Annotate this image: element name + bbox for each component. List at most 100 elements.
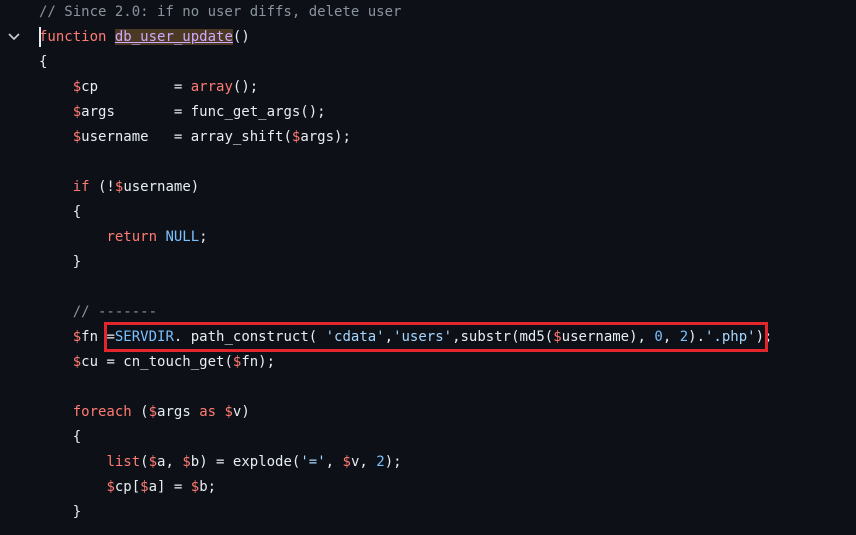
code-token: $ <box>72 79 82 95</box>
code-line[interactable]: $cp[$a] = $b; <box>39 475 216 500</box>
code-token: $ <box>190 479 200 495</box>
code-token: ; <box>207 479 217 495</box>
highlight-annotation-box <box>104 322 768 352</box>
code-token: ); <box>334 129 351 145</box>
code-line[interactable]: if (!$username) <box>39 175 199 200</box>
code-token: { <box>39 54 48 70</box>
code-token: () <box>232 29 250 45</box>
code-token: as <box>199 404 217 420</box>
code-line[interactable]: // Since 2.0: if no user diffs, delete u… <box>39 0 401 25</box>
code-token: $ <box>182 454 191 470</box>
code-token: $ <box>72 104 82 120</box>
code-token: cp <box>81 79 99 95</box>
code-token: = func_get_args(); <box>114 104 326 120</box>
code-token: ; <box>199 229 208 245</box>
code-token: db_user_update <box>114 29 233 45</box>
code-token: $ <box>342 454 351 470</box>
code-token: // Since 2.0: if no user diffs, delete u… <box>39 4 402 20</box>
code-token: ) <box>241 404 250 420</box>
code-token: , <box>325 454 343 470</box>
code-token: (); <box>232 79 259 95</box>
code-token: , <box>165 454 183 470</box>
code-token: $ <box>72 129 82 145</box>
code-line[interactable]: return NULL; <box>39 225 208 250</box>
code-token: args <box>81 104 115 120</box>
code-token: return <box>106 229 158 245</box>
code-token: a <box>148 479 158 495</box>
code-token: ( <box>131 404 149 420</box>
code-line[interactable]: { <box>39 425 81 450</box>
code-token: $ <box>72 329 82 345</box>
code-token: cp <box>114 479 132 495</box>
code-line[interactable]: } <box>39 500 81 525</box>
code-token: list <box>106 454 141 470</box>
code-token: // ------- <box>72 304 158 320</box>
code-line[interactable]: $username = array_shift($args); <box>39 125 351 150</box>
code-token: $ <box>148 404 158 420</box>
code-token: ) = explode( <box>199 454 301 470</box>
code-line[interactable]: function db_user_update() <box>39 25 250 50</box>
code-line[interactable]: $cu = cn_touch_get($fn); <box>39 350 275 375</box>
editor-gutter <box>0 0 34 535</box>
code-token: username <box>123 179 191 195</box>
code-token: [ <box>131 479 141 495</box>
code-token: { <box>39 429 82 445</box>
code-token: args <box>157 404 191 420</box>
code-token: = <box>98 79 191 95</box>
code-token: { <box>39 204 82 220</box>
code-line[interactable]: } <box>39 250 81 275</box>
code-token: $ <box>224 404 233 420</box>
code-token: $ <box>148 454 158 470</box>
code-token: ); <box>258 354 276 370</box>
code-token: ( <box>140 454 149 470</box>
chevron-down-icon[interactable] <box>7 30 21 44</box>
code-token: $ <box>72 354 82 370</box>
code-token: , <box>359 454 377 470</box>
code-token: NULL <box>165 229 200 245</box>
code-token: } <box>39 504 82 520</box>
code-token: b <box>199 479 208 495</box>
code-token: if <box>72 179 90 195</box>
code-line[interactable]: $args = func_get_args(); <box>39 100 326 125</box>
code-token: } <box>39 254 82 270</box>
code-line[interactable]: { <box>39 50 47 75</box>
code-token: = cn_touch_get( <box>98 354 233 370</box>
code-token: function <box>39 29 107 45</box>
code-token: ); <box>384 454 402 470</box>
code-token: '=' <box>300 454 326 470</box>
code-token: args <box>300 129 335 145</box>
text-cursor <box>39 27 41 47</box>
code-token: ) <box>190 179 200 195</box>
code-token: ] = <box>157 479 191 495</box>
code-token: username <box>81 129 149 145</box>
code-token: foreach <box>72 404 132 420</box>
code-token: cu <box>81 354 99 370</box>
code-line[interactable]: $cp = array(); <box>39 75 258 100</box>
code-line[interactable]: foreach ($args as $v) <box>39 400 250 425</box>
code-token: $ <box>140 479 149 495</box>
code-line[interactable]: list($a, $b) = explode('=', $v, 2); <box>39 450 402 475</box>
code-token: 2 <box>376 454 385 470</box>
code-token: $ <box>106 479 115 495</box>
code-token: fn <box>81 329 99 345</box>
code-token: fn <box>241 354 259 370</box>
code-token: array <box>190 79 233 95</box>
code-line[interactable]: { <box>39 200 81 225</box>
code-editor[interactable]: // Since 2.0: if no user diffs, delete u… <box>0 0 856 535</box>
code-token: b <box>190 454 200 470</box>
code-token: = array_shift( <box>148 129 292 145</box>
code-token: (! <box>89 179 115 195</box>
